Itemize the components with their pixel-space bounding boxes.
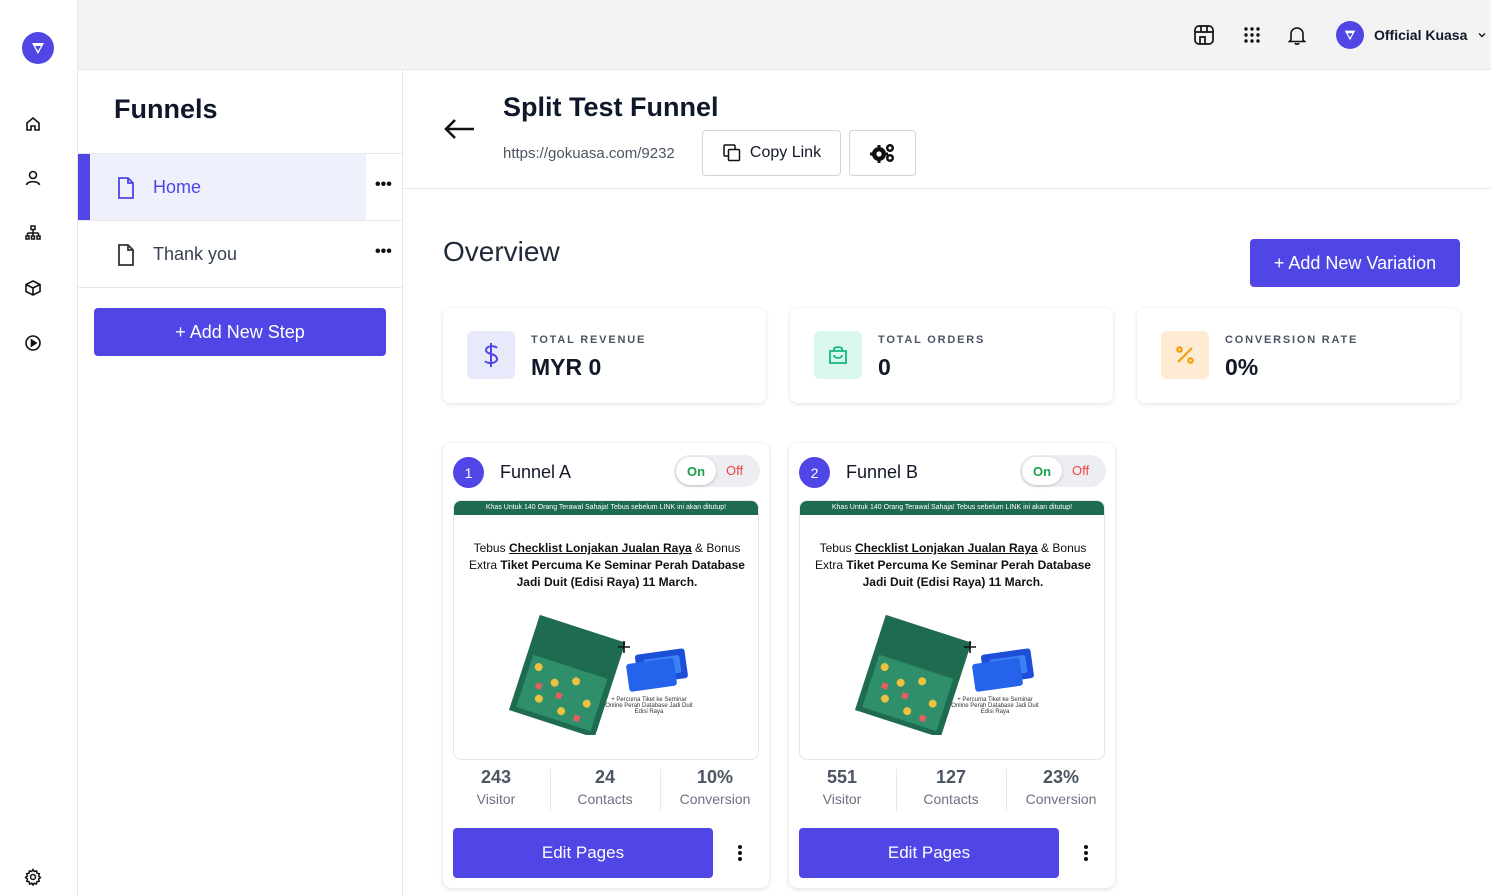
- variation-name: Funnel A: [500, 462, 572, 482]
- preview-headline: Tebus Checklist Lonjakan Jualan Raya & B…: [815, 541, 1091, 589]
- preview-headline: Tebus Checklist Lonjakan Jualan Raya & B…: [469, 541, 745, 589]
- percent-icon: [1161, 331, 1209, 379]
- funnel-settings-button[interactable]: [849, 130, 916, 176]
- gears-icon: [869, 144, 894, 163]
- variation-name: Funnel B: [846, 462, 919, 482]
- stat-card-conversion: CONVERSION RATE 0%: [1137, 308, 1460, 403]
- metric-visitors: 551 Visitor: [822, 767, 862, 807]
- app-root: Official Kuasa Funnels Home ••• Thank yo…: [0, 0, 1491, 896]
- step-more-button[interactable]: •••: [375, 243, 392, 261]
- stat-card-revenue: TOTAL REVENUE MYR 0: [443, 308, 766, 403]
- shopping-bag-icon: [814, 331, 862, 379]
- main-content: Split Test Funnel https://gokuasa.com/92…: [404, 70, 1491, 896]
- metric-contacts: 24 Contacts: [577, 767, 633, 807]
- panel-title: Funnels: [114, 94, 218, 124]
- metric-visitors: 243 Visitor: [476, 767, 516, 807]
- apps-grid-icon[interactable]: [1239, 22, 1265, 48]
- edit-pages-button[interactable]: Edit Pages: [799, 828, 1059, 878]
- preview-banner: Khas Untuk 140 Orang Terawal Sahaja! Teb…: [800, 501, 1104, 515]
- settings-icon[interactable]: [22, 866, 44, 888]
- bonus-caption: + Percuma Tiket ke Seminar Online Perah …: [951, 697, 1039, 715]
- metric-contacts: 127 Contacts: [923, 767, 979, 807]
- add-variation-button[interactable]: + Add New Variation: [1250, 239, 1460, 287]
- step-more-button[interactable]: •••: [375, 176, 392, 194]
- stat-label: TOTAL REVENUE: [531, 334, 647, 346]
- edit-pages-button[interactable]: Edit Pages: [453, 828, 713, 878]
- stat-label: TOTAL ORDERS: [878, 334, 986, 346]
- divider: [78, 287, 403, 288]
- avatar: [1336, 21, 1364, 49]
- step-item-home[interactable]: Home •••: [78, 153, 403, 220]
- variation-more-icon[interactable]: [1079, 843, 1093, 863]
- funnel-card-a: 1 Funnel A On Off Khas Untuk 140 Orang T…: [443, 443, 769, 888]
- stat-label: CONVERSION RATE: [1225, 334, 1359, 346]
- variation-toggle[interactable]: On Off: [674, 455, 760, 487]
- chevron-down-icon: [1478, 33, 1486, 38]
- step-label: Thank you: [153, 244, 238, 264]
- funnel-header: Split Test Funnel https://gokuasa.com/92…: [404, 70, 1491, 189]
- file-icon: [118, 177, 134, 199]
- variation-metrics: 551 Visitor 127 Contacts 23% Conversion: [789, 767, 1115, 812]
- toggle-on: On: [1022, 457, 1062, 485]
- play-icon[interactable]: [22, 332, 44, 354]
- copy-link-button[interactable]: Copy Link: [702, 130, 841, 176]
- product-mockup-image: [508, 614, 688, 735]
- step-label: Home: [153, 177, 202, 197]
- variation-toggle[interactable]: On Off: [1020, 455, 1106, 487]
- org-chart-icon[interactable]: [22, 222, 44, 244]
- add-step-button[interactable]: + Add New Step: [94, 308, 386, 356]
- metric-conversion: 10% Conversion: [679, 767, 751, 807]
- divider: [1006, 769, 1007, 811]
- toggle-off: Off: [726, 463, 744, 478]
- bell-icon[interactable]: [1284, 22, 1310, 48]
- dollar-icon: [467, 331, 515, 379]
- top-bar: Official Kuasa: [78, 0, 1491, 70]
- stat-value: 0: [878, 354, 891, 380]
- product-mockup-image: [854, 614, 1034, 735]
- variation-number: 2: [799, 457, 830, 488]
- overview-title: Overview: [443, 236, 560, 267]
- page-preview[interactable]: Khas Untuk 140 Orang Terawal Sahaja! Teb…: [799, 500, 1105, 760]
- variation-metrics: 243 Visitor 24 Contacts 10% Conversion: [443, 767, 769, 812]
- step-item-thank-you[interactable]: Thank you •••: [78, 220, 403, 287]
- stat-card-orders: TOTAL ORDERS 0: [790, 308, 1113, 403]
- page-title: Split Test Funnel: [503, 92, 719, 122]
- account-menu[interactable]: Official Kuasa: [1336, 20, 1487, 50]
- box-icon[interactable]: [22, 277, 44, 299]
- file-icon: [118, 244, 134, 266]
- account-name: Official Kuasa: [1374, 27, 1468, 43]
- divider: [660, 769, 661, 811]
- copy-link-label: Copy Link: [749, 144, 822, 161]
- preview-banner: Khas Untuk 140 Orang Terawal Sahaja! Teb…: [454, 501, 758, 515]
- brand-logo[interactable]: [22, 32, 54, 64]
- home-icon[interactable]: [22, 113, 44, 135]
- copy-icon: [723, 144, 741, 162]
- stat-value: 0%: [1225, 354, 1259, 380]
- left-rail: [0, 0, 78, 896]
- funnel-url: https://gokuasa.com/9232: [503, 145, 675, 162]
- page-preview[interactable]: Khas Untuk 140 Orang Terawal Sahaja! Teb…: [453, 500, 759, 760]
- divider: [550, 769, 551, 811]
- funnel-card-b: 2 Funnel B On Off Khas Untuk 140 Orang T…: [789, 443, 1115, 888]
- toggle-off: Off: [1072, 463, 1090, 478]
- metric-conversion: 23% Conversion: [1025, 767, 1097, 807]
- back-arrow-icon[interactable]: [442, 114, 476, 144]
- stat-value: MYR 0: [531, 354, 602, 380]
- store-icon[interactable]: [1191, 22, 1217, 48]
- user-icon[interactable]: [22, 167, 44, 189]
- divider: [896, 769, 897, 811]
- variation-more-icon[interactable]: [733, 843, 747, 863]
- variation-number: 1: [453, 457, 484, 488]
- toggle-on: On: [676, 457, 716, 485]
- bonus-caption: + Percuma Tiket ke Seminar Online Perah …: [605, 697, 693, 715]
- steps-panel: Funnels Home ••• Thank you ••• + Add New…: [78, 70, 403, 896]
